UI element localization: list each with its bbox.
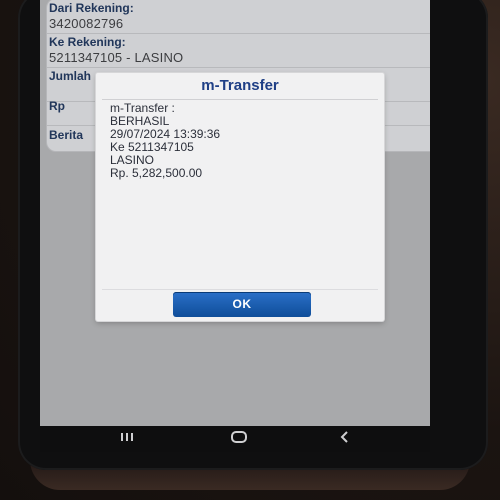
dialog-title: m-Transfer [201,77,279,94]
recent-apps-icon-svg [121,433,133,441]
form-row-label: Berita [49,128,84,142]
ok-button[interactable]: OK [173,292,311,317]
form-row-label: Ke Rekening: [49,35,126,49]
form-row-label: Rp [49,99,65,113]
transfer-result-dialog: m-Transfer m-Transfer : BERHASIL 29/07/2… [96,73,384,321]
dialog-divider [102,289,378,290]
message-line: Rp. 5,282,500.00 [110,166,203,180]
form-row-value: 5211347105 - LASINO [49,50,184,65]
recent-apps-icon[interactable] [112,430,142,448]
back-icon-svg [340,431,348,443]
home-icon-svg [231,431,247,443]
dialog-divider [102,99,378,100]
form-row-dari-rekening[interactable]: Dari Rekening: 3420082796 [47,0,430,34]
form-row-value: 3420082796 [49,16,124,31]
home-icon[interactable] [224,430,254,448]
android-nav-bar [40,426,430,452]
form-row-label: Dari Rekening: [49,1,134,15]
form-row-label: Jumlah [49,69,92,83]
form-row-ke-rekening[interactable]: Ke Rekening: 5211347105 - LASINO › [47,33,430,68]
back-icon[interactable] [330,430,360,448]
dialog-message: m-Transfer : BERHASIL 29/07/2024 13:39:3… [110,102,370,180]
